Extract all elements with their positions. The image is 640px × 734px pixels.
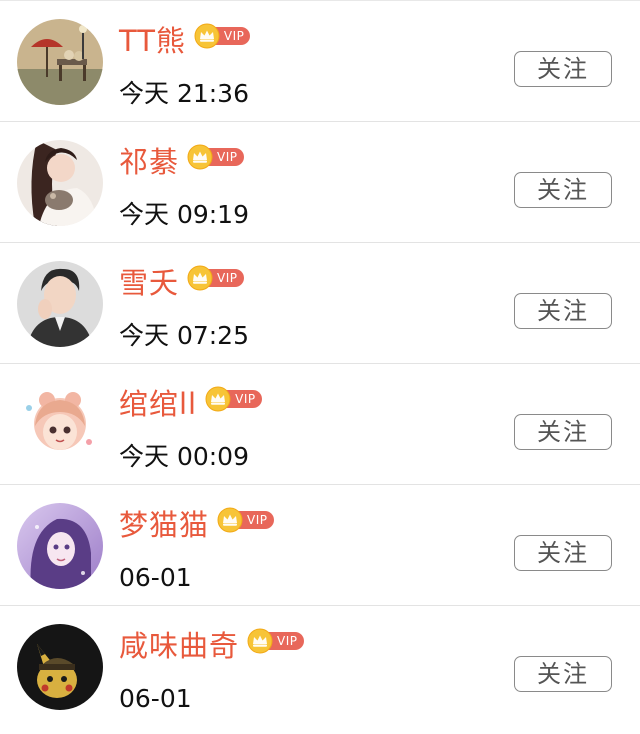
timestamp: 今天 21:36 bbox=[119, 79, 249, 108]
crown-icon bbox=[205, 386, 231, 412]
username[interactable]: TT熊 bbox=[119, 21, 186, 61]
follow-button[interactable]: 关注 bbox=[514, 535, 612, 571]
name-line: 绾绾ll VIP bbox=[119, 384, 262, 424]
timestamp: 今天 09:19 bbox=[119, 200, 249, 229]
vip-badge: VIP bbox=[205, 386, 262, 412]
vip-badge: VIP bbox=[187, 265, 244, 291]
crown-icon bbox=[194, 23, 220, 49]
username[interactable]: 绾绾ll bbox=[119, 384, 197, 424]
list-item[interactable]: 绾绾ll VIP 今天 00:09 关注 bbox=[0, 364, 640, 485]
cartoon-girl-avatar-icon[interactable] bbox=[17, 382, 103, 468]
vip-badge: VIP bbox=[217, 507, 274, 533]
list-item[interactable]: 祁綦 VIP 今天 09:19 关注 bbox=[0, 122, 640, 243]
list-item[interactable]: 雪夭 VIP 今天 07:25 关注 bbox=[0, 243, 640, 364]
username[interactable]: 祁綦 bbox=[119, 142, 179, 182]
young-man-avatar-icon[interactable] bbox=[17, 261, 103, 347]
follow-button[interactable]: 关注 bbox=[514, 293, 612, 329]
list-item[interactable]: 梦猫猫 VIP 06-01 关注 bbox=[0, 485, 640, 606]
name-line: TT熊 VIP bbox=[119, 21, 251, 61]
vip-badge: VIP bbox=[247, 628, 304, 654]
vip-badge: VIP bbox=[194, 23, 251, 49]
name-line: 梦猫猫 VIP bbox=[119, 505, 274, 545]
name-line: 雪夭 VIP bbox=[119, 263, 244, 303]
crown-icon bbox=[217, 507, 243, 533]
crown-icon bbox=[247, 628, 273, 654]
list-item[interactable]: TT熊 VIP 今天 21:36 关注 bbox=[0, 1, 640, 122]
timestamp: 今天 00:09 bbox=[119, 442, 249, 471]
username[interactable]: 咸味曲奇 bbox=[119, 626, 239, 666]
crown-icon bbox=[187, 144, 213, 170]
timestamp: 06-01 bbox=[119, 563, 192, 592]
name-line: 祁綦 VIP bbox=[119, 142, 244, 182]
username[interactable]: 雪夭 bbox=[119, 263, 179, 303]
crown-icon bbox=[187, 265, 213, 291]
follow-button[interactable]: 关注 bbox=[514, 172, 612, 208]
name-line: 咸味曲奇 VIP bbox=[119, 626, 304, 666]
follow-button[interactable]: 关注 bbox=[514, 414, 612, 450]
vip-badge: VIP bbox=[187, 144, 244, 170]
timestamp: 06-01 bbox=[119, 684, 192, 713]
follow-button[interactable]: 关注 bbox=[514, 656, 612, 692]
timestamp: 今天 07:25 bbox=[119, 321, 249, 350]
purple-anime-girl-avatar-icon[interactable] bbox=[17, 503, 103, 589]
username[interactable]: 梦猫猫 bbox=[119, 505, 209, 545]
pikachu-avatar-icon[interactable] bbox=[17, 624, 103, 710]
follower-list: TT熊 VIP 今天 21:36 关注 祁綦 VIP 今天 09:19 关注 雪… bbox=[0, 0, 640, 734]
follow-button[interactable]: 关注 bbox=[514, 51, 612, 87]
umbrella-painting-avatar-icon[interactable] bbox=[17, 19, 103, 105]
girl-with-cat-avatar-icon[interactable] bbox=[17, 140, 103, 226]
list-item[interactable]: 咸味曲奇 VIP 06-01 关注 bbox=[0, 606, 640, 727]
